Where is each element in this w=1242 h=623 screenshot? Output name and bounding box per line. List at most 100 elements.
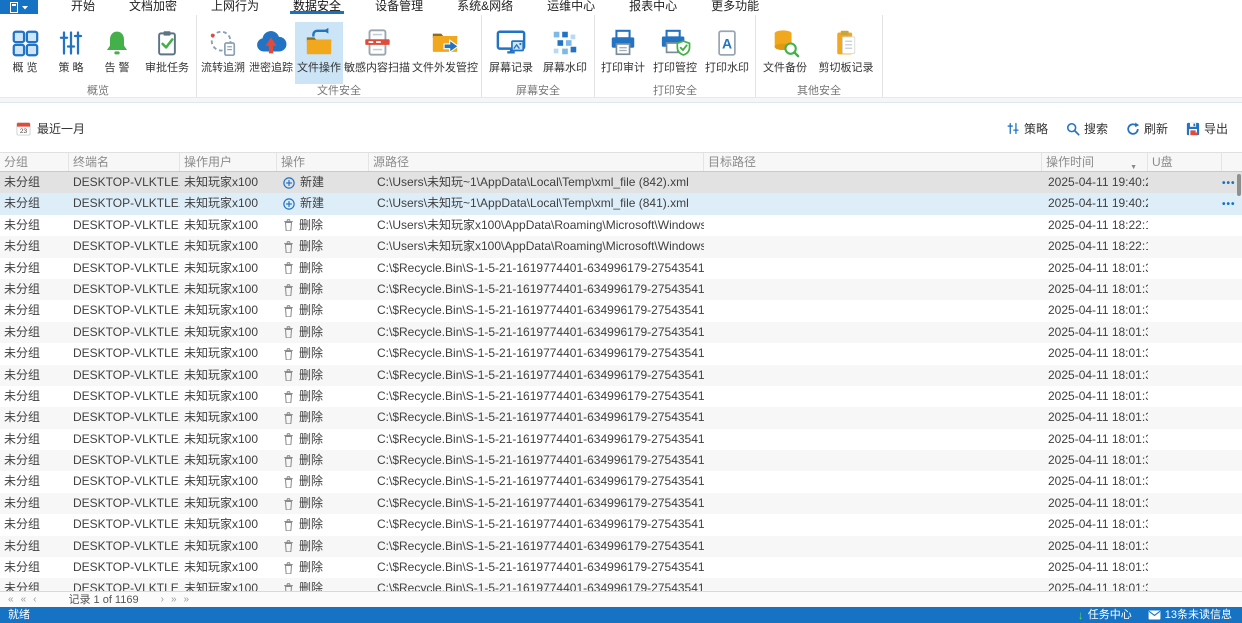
refresh-button[interactable]: 刷新: [1126, 120, 1168, 137]
table-row[interactable]: 未分组 DESKTOP-VLKTLE1 未知玩家x100 删除 C:\$Recy…: [0, 278, 1242, 301]
row-actions-menu[interactable]: •••: [1222, 199, 1236, 210]
table-row[interactable]: 未分组 DESKTOP-VLKTLE1 未知玩家x100 删除 C:\$Recy…: [0, 257, 1242, 279]
pager-first-icon[interactable]: «: [8, 593, 14, 607]
table-row[interactable]: 未分组 DESKTOP-VLKTLE1 未知玩家x100 删除 C:\$Recy…: [0, 471, 1242, 493]
cell-terminal: DESKTOP-VLKTLE1: [73, 474, 180, 489]
column-header-source-path[interactable]: 源路径: [369, 153, 704, 171]
tab-start[interactable]: 开始: [54, 0, 112, 14]
table-row[interactable]: 未分组 DESKTOP-VLKTLE1 未知玩家x100 删除 C:\$Recy…: [0, 492, 1242, 515]
tab-web-behavior[interactable]: 上网行为: [194, 0, 276, 14]
vertical-scrollbar-thumb[interactable]: [1237, 174, 1241, 196]
cell-usb: [1148, 429, 1222, 450]
app-menu-button[interactable]: [0, 0, 38, 14]
ribbon-btn-print-control[interactable]: 打印管控: [649, 22, 701, 84]
tab-system-network[interactable]: 系统&网络: [440, 0, 530, 14]
app-window-icon: [10, 1, 18, 13]
trash-icon: [284, 540, 293, 553]
operation-label: 删除: [299, 581, 324, 591]
pager-last-icon[interactable]: »: [184, 593, 190, 607]
tab-data-security[interactable]: 数据安全: [276, 0, 358, 14]
ribbon-btn-file-operations[interactable]: 文件操作: [295, 22, 343, 84]
ribbon-tabs: 开始 文档加密 上网行为 数据安全 设备管理 系统&网络 运维中心 报表中心 更…: [54, 0, 776, 14]
pager-prev-icon[interactable]: ‹: [33, 593, 36, 607]
row-actions-menu[interactable]: •••: [1222, 178, 1236, 189]
ribbon-group-label: 文件安全: [317, 85, 361, 97]
ribbon-btn-leak-trace[interactable]: 泄密追踪: [247, 22, 295, 84]
table-row[interactable]: 未分组 DESKTOP-VLKTLE1 未知玩家x100 删除 C:\$Recy…: [0, 514, 1242, 536]
cell-usb: [1148, 193, 1222, 214]
pager-fast-prev-icon[interactable]: «: [21, 593, 27, 607]
export-button[interactable]: 导出: [1186, 120, 1228, 137]
column-header-user[interactable]: 操作用户: [180, 153, 277, 171]
date-range-filter[interactable]: 23 最近一月: [16, 120, 85, 137]
cell-group: 未分组: [4, 175, 41, 189]
ribbon-btn-file-backup[interactable]: 文件备份: [758, 22, 812, 84]
policy-button[interactable]: 策略: [1007, 120, 1048, 137]
tab-more-features[interactable]: 更多功能: [694, 0, 776, 14]
table-row[interactable]: 未分组 DESKTOP-VLKTLE1 未知玩家x100 删除 C:\Users…: [0, 214, 1242, 237]
table-row[interactable]: 未分组 DESKTOP-VLKTLE1 未知玩家x100 删除 C:\$Recy…: [0, 557, 1242, 579]
cell-source-path: C:\Users\未知玩家x100\AppData\Roaming\Micros…: [377, 217, 704, 232]
table-row[interactable]: 未分组 DESKTOP-VLKTLE1 未知玩家x100 删除 C:\$Recy…: [0, 428, 1242, 451]
ribbon-btn-overview[interactable]: 概 览: [2, 22, 48, 84]
ribbon-btn-policy[interactable]: 策 略: [48, 22, 94, 84]
task-center-button[interactable]: ↓ 任务中心: [1078, 608, 1132, 623]
column-header-target-path[interactable]: 目标路径: [704, 153, 1042, 171]
cell-target-path: [704, 193, 1042, 214]
tab-ops-center[interactable]: 运维中心: [530, 0, 612, 14]
cell-usb: [1148, 450, 1222, 471]
table-row[interactable]: 未分组 DESKTOP-VLKTLE1 未知玩家x100 删除 C:\$Recy…: [0, 343, 1242, 365]
cell-operation: 删除: [277, 557, 369, 578]
table-row[interactable]: 未分组 DESKTOP-VLKTLE1 未知玩家x100 新建 C:\Users…: [0, 172, 1242, 194]
ribbon-btn-print-watermark[interactable]: A 打印水印: [701, 22, 753, 84]
operation-label: 删除: [299, 346, 324, 361]
table-row[interactable]: 未分组 DESKTOP-VLKTLE1 未知玩家x100 删除 C:\$Recy…: [0, 385, 1242, 408]
column-header-terminal[interactable]: 终端名: [69, 153, 180, 171]
table-row[interactable]: 未分组 DESKTOP-VLKTLE1 未知玩家x100 删除 C:\$Recy…: [0, 578, 1242, 591]
ribbon-btn-screen-watermark[interactable]: 屏幕水印: [538, 22, 592, 84]
column-header-group[interactable]: 分组: [0, 153, 69, 171]
cell-operation: 删除: [277, 514, 369, 535]
export-label: 导出: [1203, 122, 1228, 136]
ribbon-btn-screen-record[interactable]: 屏幕记录: [484, 22, 538, 84]
column-header-time[interactable]: 操作时间 ▼: [1042, 153, 1148, 171]
cell-user: 未知玩家x100: [184, 388, 259, 403]
column-header-usb[interactable]: U盘: [1148, 153, 1222, 171]
table-row[interactable]: 未分组 DESKTOP-VLKTLE1 未知玩家x100 删除 C:\Users…: [0, 236, 1242, 258]
tab-report-center[interactable]: 报表中心: [612, 0, 694, 14]
ribbon-btn-clipboard-record[interactable]: 剪切板记录: [812, 22, 880, 84]
filter-dropdown-icon[interactable]: ▼: [1130, 159, 1137, 171]
document-a-icon: A: [713, 25, 741, 61]
column-header-operation[interactable]: 操作: [277, 153, 369, 171]
unread-messages-button[interactable]: 13条未读信息: [1148, 608, 1232, 623]
ribbon: 概 览 策 略 告 警 审批任务 概览 流转追溯 泄密追踪 文件操作 敏感内容扫…: [0, 15, 1242, 97]
table-row[interactable]: 未分组 DESKTOP-VLKTLE1 未知玩家x100 新建 C:\Users…: [0, 193, 1242, 215]
cell-user: 未知玩家x100: [184, 346, 259, 361]
printer-icon: [608, 25, 638, 61]
table-row[interactable]: 未分组 DESKTOP-VLKTLE1 未知玩家x100 删除 C:\$Recy…: [0, 300, 1242, 322]
cell-group: 未分组: [4, 303, 41, 318]
ribbon-group-other-security: 文件备份 剪切板记录 其他安全: [756, 15, 883, 97]
ribbon-btn-file-outgoing-control[interactable]: 文件外发管控: [411, 22, 479, 84]
table-row[interactable]: 未分组 DESKTOP-VLKTLE1 未知玩家x100 删除 C:\$Recy…: [0, 407, 1242, 429]
operation-label: 删除: [299, 324, 324, 339]
ribbon-btn-flow-trace[interactable]: 流转追溯: [199, 22, 247, 84]
table-row[interactable]: 未分组 DESKTOP-VLKTLE1 未知玩家x100 删除 C:\$Recy…: [0, 535, 1242, 558]
cell-target-path: [704, 493, 1042, 514]
ribbon-btn-print-audit[interactable]: 打印审计: [597, 22, 649, 84]
cell-time: 2025-04-11 18:22:13: [1048, 239, 1148, 254]
tab-device-mgmt[interactable]: 设备管理: [358, 0, 440, 14]
cell-target-path: [704, 343, 1042, 364]
tab-doc-encryption[interactable]: 文档加密: [112, 0, 194, 14]
pager-next-icon[interactable]: ›: [161, 593, 164, 607]
table-row[interactable]: 未分组 DESKTOP-VLKTLE1 未知玩家x100 删除 C:\$Recy…: [0, 364, 1242, 386]
table-row[interactable]: 未分组 DESKTOP-VLKTLE1 未知玩家x100 删除 C:\$Recy…: [0, 321, 1242, 344]
search-button[interactable]: 搜索: [1066, 120, 1108, 137]
ribbon-btn-sensitive-content-scan[interactable]: 敏感内容扫描: [343, 22, 411, 84]
pager-fast-next-icon[interactable]: »: [171, 593, 177, 607]
cell-time: 2025-04-11 18:01:38: [1048, 474, 1148, 489]
cell-terminal: DESKTOP-VLKTLE1: [73, 410, 180, 425]
ribbon-btn-alert[interactable]: 告 警: [94, 22, 140, 84]
table-row[interactable]: 未分组 DESKTOP-VLKTLE1 未知玩家x100 删除 C:\$Recy…: [0, 450, 1242, 472]
ribbon-btn-approval-tasks[interactable]: 审批任务: [140, 22, 194, 84]
